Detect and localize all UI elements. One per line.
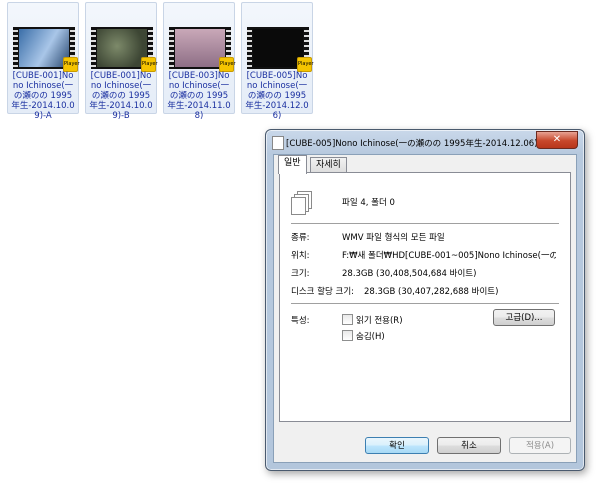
file-tile[interactable]: Player [CUBE-001]Nono Ichinose(一の瀬のの 199… [7,2,80,121]
divider [291,303,559,304]
size-value: 28.3GB (30,408,504,684 바이트) [342,269,477,279]
files-icon [272,136,284,150]
readonly-label[interactable]: 읽기 전용(R) [356,314,403,326]
size-label: 크기: [291,269,310,279]
player-badge-icon: Player [297,57,314,72]
video-thumbnail: Player [91,27,158,72]
type-label: 종류: [291,233,310,243]
file-name: [CUBE-003]Nono Ichinose(一の瀬のの 1995年生-201… [167,71,231,121]
multiple-files-icon [291,191,313,215]
file-name: [CUBE-001]Nono Ichinose(一の瀬のの 1995年生-201… [89,71,153,121]
hidden-label[interactable]: 숨김(H) [356,330,385,342]
tab-general[interactable]: 일반 [278,155,307,174]
file-count: 파일 4, 폴더 0 [342,198,395,208]
hidden-checkbox[interactable] [342,330,353,341]
video-thumbnail: Player [169,27,236,72]
file-tile[interactable]: Player [CUBE-003]Nono Ichinose(一の瀬のの 199… [163,2,236,121]
general-panel: 파일 4, 폴더 0 종류: WMV 파일 형식의 모든 파일 위치: F:₩새… [279,172,571,422]
divider [291,223,559,224]
video-thumbnail: Player [13,27,80,72]
location-label: 위치: [291,251,310,261]
file-name: [CUBE-005]Nono Ichinose(一の瀬のの 1995年生-201… [245,71,309,121]
properties-dialog: [CUBE-005]Nono Ichinose(一の瀬のの 1995年生-201… [265,129,585,471]
file-tile[interactable]: Player [CUBE-001]Nono Ichinose(一の瀬のの 199… [85,2,158,121]
size-on-disk-label: 디스크 할당 크기: [291,287,355,297]
location-value: F:₩새 폴더₩HD[CUBE-001~005]Nono Ichinose(一の [342,251,556,261]
size-on-disk-value: 28.3GB (30,407,282,688 바이트) [364,287,499,297]
apply-button[interactable]: 적용(A) [509,437,571,454]
dialog-title: [CUBE-005]Nono Ichinose(一の瀬のの 1995年生-201… [286,139,541,149]
tab-details[interactable]: 자세히 [310,157,347,173]
cancel-button[interactable]: 취소 [437,437,501,454]
player-badge-icon: Player [219,57,236,72]
video-thumbnail: Player [247,27,314,72]
dialog-body: 일반 자세히 파일 4, 폴더 0 종류: WMV 파일 형식의 모든 파일 위… [273,154,577,463]
file-tile[interactable]: Player [CUBE-005]Nono Ichinose(一の瀬のの 199… [241,2,314,121]
readonly-checkbox[interactable] [342,314,353,325]
close-button[interactable]: ✕ [536,131,578,149]
advanced-button[interactable]: 고급(D)... [493,309,555,326]
type-value: WMV 파일 형식의 모든 파일 [342,233,445,243]
ok-button[interactable]: 확인 [365,437,429,454]
title-bar[interactable]: [CUBE-005]Nono Ichinose(一の瀬のの 1995年生-201… [266,130,584,154]
player-badge-icon: Player [141,57,158,72]
player-badge-icon: Player [63,57,80,72]
file-name: [CUBE-001]Nono Ichinose(一の瀬のの 1995年生-201… [11,71,75,121]
attributes-label: 특성: [291,316,310,326]
